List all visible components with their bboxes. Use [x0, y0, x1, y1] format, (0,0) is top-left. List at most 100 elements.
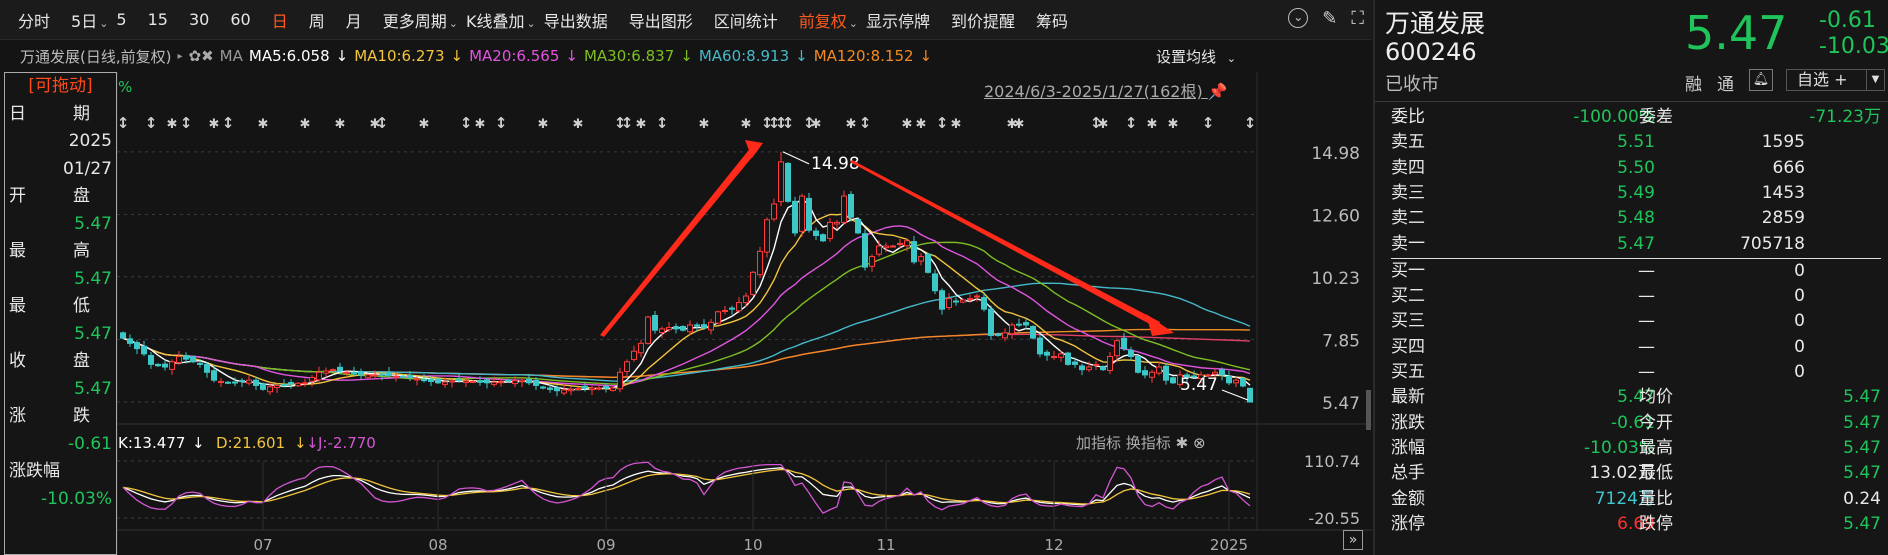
candle-down — [554, 387, 560, 392]
candle-down — [526, 378, 532, 384]
add-indicator-button[interactable]: 加指标 — [1076, 434, 1121, 452]
candle-up — [568, 388, 574, 392]
candle-down — [1226, 375, 1232, 384]
bid-label: 买五 — [1391, 362, 1425, 382]
stat-label: 最新 — [1391, 387, 1425, 408]
bid-price: — — [1638, 286, 1655, 307]
candle-down — [1163, 365, 1169, 381]
event-star-icon: ✱ — [475, 117, 486, 132]
dropdown-arrow-icon[interactable]: ▼ — [1866, 70, 1884, 90]
date-label: 日期 — [5, 101, 116, 129]
candle-down — [925, 253, 931, 273]
month-label: 09 — [596, 536, 615, 554]
ask-price: 5.49 — [1617, 182, 1655, 203]
field-label-2: 低 — [73, 296, 90, 316]
stock-code: 600246 — [1385, 38, 1477, 66]
margin-tag[interactable]: 融 — [1685, 70, 1702, 95]
candle-down — [1121, 337, 1127, 350]
field-value: 5.47 — [74, 378, 112, 399]
scroll-handle[interactable] — [1366, 390, 1371, 430]
candle-up — [1002, 332, 1008, 339]
ask-row: 卖二 5.48 2859 — [1391, 206, 1881, 231]
indicator-controls: 加指标 换指标 ✱ ⊗ — [1076, 432, 1206, 453]
drag-label[interactable]: [可拖动] — [5, 73, 116, 101]
connect-tag[interactable]: 通 — [1717, 70, 1734, 95]
candle-up — [617, 371, 623, 390]
kdj-d-label: D:21.601 — [216, 434, 285, 452]
candle-down — [1170, 377, 1176, 384]
ask-label: 卖三 — [1391, 182, 1425, 203]
candle-up — [736, 302, 742, 312]
watchlist-button[interactable]: 自选 + ▼ — [1786, 69, 1885, 91]
ask-volume: 705718 — [1740, 233, 1805, 254]
candle-up — [295, 382, 301, 387]
candle-up — [302, 382, 308, 385]
candle-up — [1058, 353, 1064, 358]
stat-row: 金额 7124万 量比 0.24 — [1391, 487, 1881, 512]
percent-mark: % — [118, 78, 133, 96]
ask-label: 卖一 — [1391, 233, 1425, 254]
bid-row: 买四 — 0 — [1391, 335, 1881, 360]
candle-up — [1093, 363, 1099, 366]
candle-down — [533, 379, 539, 386]
cursor-data-panel[interactable]: [可拖动] 日期 2025 01/27 开盘 5.47 最高 5.47 最低 5.4… — [4, 72, 117, 555]
month-label: 11 — [876, 536, 895, 554]
event-star-icon: ✱ — [1098, 117, 1109, 132]
candle-up — [960, 299, 966, 303]
y-tick-label: 5.47 — [1322, 394, 1360, 414]
event-arrow-icon: ↕ — [460, 114, 473, 132]
candle-down — [435, 378, 441, 384]
candle-down — [120, 332, 126, 339]
event-arrow-icon: ↕ — [180, 114, 193, 132]
candle-up — [1233, 379, 1239, 384]
date-label-1: 日 — [9, 103, 26, 124]
pin-icon[interactable]: 📌 — [1208, 82, 1228, 101]
ask-row: 卖四 5.50 666 — [1391, 156, 1881, 181]
stat-value: 5.47 — [1843, 463, 1881, 484]
candle-down — [680, 326, 686, 331]
candle-down — [582, 385, 588, 389]
candle-down — [701, 324, 707, 329]
candle-down — [603, 385, 609, 389]
candle-up — [491, 381, 497, 385]
gear-icon[interactable]: ✱ — [1176, 434, 1189, 452]
switch-indicator-button[interactable]: 换指标 — [1126, 434, 1171, 452]
kdj-k-line — [122, 467, 1251, 506]
kdj-k-label: K:13.477 — [118, 434, 185, 452]
bid-price: — — [1638, 311, 1655, 332]
ask-volume: 1453 — [1761, 182, 1805, 203]
event-star-icon: ✱ — [1014, 117, 1025, 132]
candle-up — [708, 321, 714, 331]
ask-volume: 666 — [1772, 157, 1805, 178]
bid-row: 买五 — 0 — [1391, 360, 1881, 385]
candle-down — [1016, 323, 1022, 326]
candle-up — [778, 161, 784, 203]
event-star-icon: ✱ — [951, 117, 962, 132]
candle-down — [456, 378, 462, 381]
field-value: -10.03% — [41, 488, 112, 509]
scroll-right-button[interactable]: » — [1343, 530, 1363, 550]
event-arrow-icon: ↕ — [656, 114, 669, 132]
field-label: 涨跌幅 — [5, 458, 116, 486]
bid-row: 买一 — 0 — [1391, 259, 1881, 284]
candle-up — [589, 387, 595, 391]
candle-down — [260, 383, 266, 390]
field-label: 最低 — [5, 293, 116, 321]
candle-down — [379, 373, 385, 376]
close-circle-icon[interactable]: ⊗ — [1193, 434, 1206, 452]
candle-down — [1142, 370, 1148, 376]
bell-icon[interactable]: 🔔︎ — [1749, 69, 1773, 91]
bid-volume: 0 — [1794, 260, 1805, 281]
date-range-link[interactable]: 2024/6/3-2025/1/27(162根) 📌 — [984, 78, 1228, 102]
downtrend-arrowhead — [1146, 314, 1174, 336]
candle-up — [827, 221, 833, 239]
y-tick-label: 14.98 — [1311, 144, 1360, 164]
bid-label: 买三 — [1391, 311, 1425, 332]
month-label: 10 — [743, 536, 762, 554]
candle-down — [477, 380, 483, 383]
kdj-j-label: J:-2.770 — [317, 434, 376, 452]
candle-down — [1100, 366, 1106, 371]
candle-up — [974, 295, 980, 298]
candle-up — [666, 327, 672, 331]
stock-name: 万通发展 — [1385, 9, 1486, 38]
